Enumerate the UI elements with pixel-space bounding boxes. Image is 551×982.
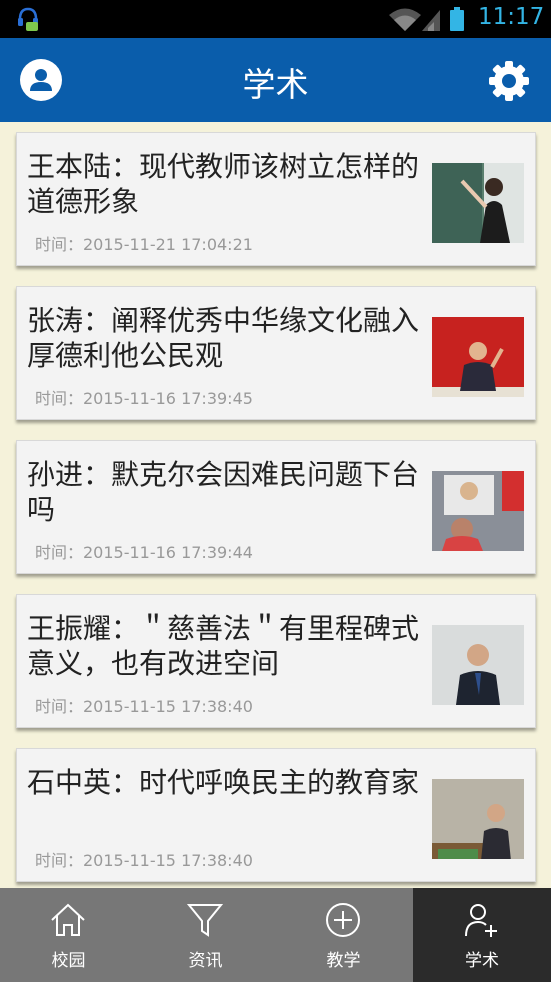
signal-icon <box>422 10 440 31</box>
tab-label: 资讯 <box>188 951 223 971</box>
tab-teaching[interactable]: 教学 <box>275 888 412 982</box>
app-bar: 学术 <box>0 38 551 122</box>
status-time: 11:17 <box>478 4 545 30</box>
notification-icon <box>18 7 38 31</box>
article-time: 时间：2015-11-16 17:39:44 <box>35 543 253 562</box>
article-thumbnail <box>432 471 524 551</box>
article-card[interactable]: 石中英：时代呼唤民主的教育家 时间：2015-11-15 17:38:40 <box>16 748 536 882</box>
filter-icon <box>186 904 224 937</box>
article-time: 时间：2015-11-16 17:39:45 <box>35 389 253 408</box>
article-thumbnail <box>432 779 524 859</box>
article-card[interactable]: 张涛：阐释优秀中华缘文化融入厚德利他公民观 时间：2015-11-16 17:3… <box>16 286 536 420</box>
article-list[interactable]: 王本陆：现代教师该树立怎样的道德形象 时间：2015-11-21 17:04:2… <box>0 122 551 888</box>
article-card[interactable]: 王本陆：现代教师该树立怎样的道德形象 时间：2015-11-21 17:04:2… <box>16 132 536 266</box>
article-card[interactable]: 孙进：默克尔会因难民问题下台吗 时间：2015-11-16 17:39:44 <box>16 440 536 574</box>
tab-label: 教学 <box>326 951 361 971</box>
article-time: 时间：2015-11-15 17:38:40 <box>35 697 253 716</box>
bottom-tab-bar: 校园 资讯 教学 学术 <box>0 888 551 982</box>
article-title: 王本陆：现代教师该树立怎样的道德形象 <box>27 150 420 218</box>
article-title: 王振耀：＂慈善法＂有里程碑式意义，也有改进空间 <box>27 612 420 680</box>
article-title: 石中英：时代呼唤民主的教育家 <box>27 766 420 799</box>
page-title: 学术 <box>242 65 309 104</box>
house-icon <box>51 903 85 936</box>
tab-label: 学术 <box>465 951 499 971</box>
tab-label: 校园 <box>51 951 86 971</box>
article-title: 张涛：阐释优秀中华缘文化融入厚德利他公民观 <box>27 304 420 372</box>
user-add-icon <box>465 904 497 937</box>
gear-icon[interactable] <box>488 60 530 102</box>
plus-circle-icon <box>326 903 360 937</box>
status-bar: 11:17 <box>0 0 551 38</box>
article-card[interactable]: 王振耀：＂慈善法＂有里程碑式意义，也有改进空间 时间：2015-11-15 17… <box>16 594 536 728</box>
article-thumbnail <box>432 317 524 397</box>
article-thumbnail <box>432 163 524 243</box>
tab-academic[interactable]: 学术 <box>413 888 551 982</box>
article-time: 时间：2015-11-21 17:04:21 <box>35 235 253 254</box>
article-title: 孙进：默克尔会因难民问题下台吗 <box>27 458 420 526</box>
tab-news[interactable]: 资讯 <box>137 888 274 982</box>
battery-icon <box>450 7 464 31</box>
article-thumbnail <box>432 625 524 705</box>
article-time: 时间：2015-11-15 17:38:40 <box>35 851 253 870</box>
tab-campus[interactable]: 校园 <box>0 888 137 982</box>
wifi-icon <box>389 8 421 31</box>
